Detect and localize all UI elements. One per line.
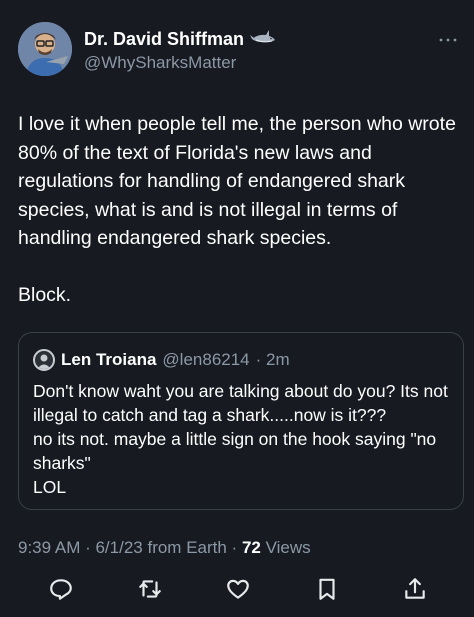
quoted-tweet-time: · 2m: [255, 350, 290, 369]
tweet-meta: 9:39 AM · 6/1/23 from Earth · 72 Views: [18, 538, 311, 558]
author-handle[interactable]: @WhySharksMatter: [84, 53, 236, 73]
more-horizontal-icon[interactable]: [438, 30, 458, 48]
quoted-author-handle: @len86214: [162, 350, 250, 369]
reply-icon[interactable]: [48, 576, 74, 602]
share-icon[interactable]: [402, 576, 428, 602]
views-label: Views: [265, 538, 311, 557]
tweet-header: Dr. David Shiffman @WhySharksMatter: [18, 22, 458, 82]
tweet-body: I love it when people tell me, the perso…: [18, 113, 456, 306]
shark-icon: [250, 28, 276, 51]
views-count: 72: [241, 538, 261, 557]
quoted-tweet-body: Don't know waht you are talking about do…: [33, 381, 448, 497]
retweet-icon[interactable]: [137, 576, 163, 602]
action-bar: [48, 574, 428, 604]
quoted-tweet[interactable]: Len Troiana @len86214 · 2m Don't know wa…: [18, 332, 464, 510]
quoted-author-avatar: [33, 349, 55, 371]
bookmark-icon[interactable]: [314, 576, 340, 602]
heart-icon[interactable]: [225, 576, 251, 602]
quoted-author-name: Len Troiana: [61, 350, 157, 369]
author-name[interactable]: Dr. David Shiffman: [84, 29, 244, 50]
quoted-tweet-header: Len Troiana @len86214 · 2m: [33, 349, 290, 371]
author-avatar[interactable]: [18, 22, 72, 76]
tweet-timestamp[interactable]: 9:39 AM · 6/1/23 from Earth ·: [18, 538, 237, 557]
